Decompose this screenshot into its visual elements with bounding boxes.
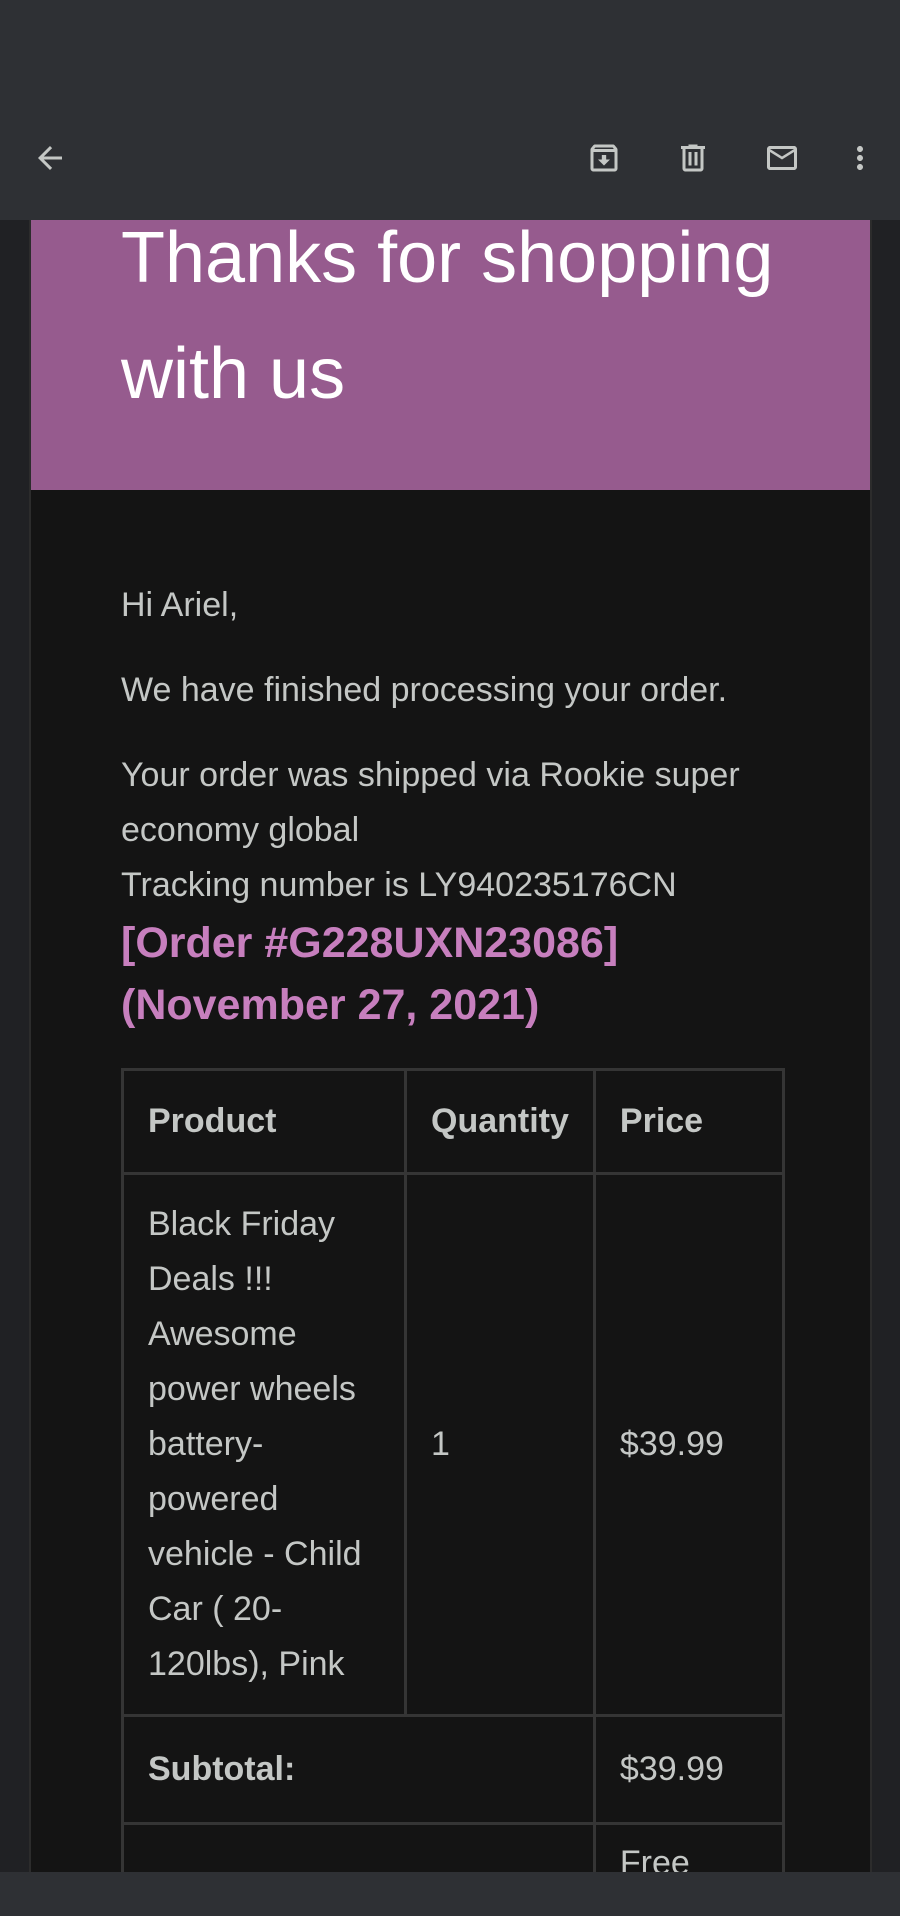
- more-options-button[interactable]: [836, 134, 884, 182]
- arrow-back-icon: [38, 146, 62, 170]
- subtotal-value: $39.99: [592, 1714, 786, 1825]
- processing-message: We have finished processing your order.: [121, 671, 728, 709]
- header-price: Price: [592, 1068, 786, 1175]
- mark-unread-button[interactable]: [758, 134, 806, 182]
- email-content[interactable]: Thanks for shopping with us Hi Ariel, We…: [0, 220, 900, 1872]
- mail-icon: [767, 146, 797, 170]
- delete-icon: [681, 144, 705, 172]
- shipping-message: Your order was shipped via Rookie super …: [121, 756, 740, 849]
- navigation-bar: [0, 1872, 900, 1916]
- product-price: $39.99: [592, 1172, 786, 1717]
- email-body: Thanks for shopping with us Hi Ariel, We…: [29, 220, 872, 1872]
- header-quantity: Quantity: [404, 1068, 596, 1175]
- tracking-number: Tracking number is LY940235176CN: [121, 866, 677, 904]
- shipping-value: Free: [592, 1822, 786, 1872]
- shipping-label: [121, 1822, 596, 1872]
- hero-title: Thanks for shopping with us: [121, 220, 774, 414]
- hero-banner: Thanks for shopping with us: [31, 220, 870, 490]
- table-row: Black Friday Deals !!! Awesome power whe…: [121, 1172, 786, 1717]
- shipping-row: Free: [121, 1822, 786, 1872]
- subtotal-label: Subtotal:: [121, 1714, 596, 1825]
- back-button[interactable]: [26, 134, 74, 182]
- top-app-bar: [0, 98, 900, 220]
- greeting: Hi Ariel,: [121, 586, 239, 624]
- header-product: Product: [121, 1068, 407, 1175]
- status-bar: [0, 0, 900, 98]
- delete-button[interactable]: [669, 134, 717, 182]
- more-vert-icon: [857, 146, 863, 170]
- product-quantity: 1: [404, 1172, 596, 1717]
- archive-icon: [590, 144, 618, 172]
- table-header-row: Product Quantity Price: [121, 1068, 786, 1175]
- order-table: Product Quantity Price Black Friday Deal…: [121, 1068, 786, 1872]
- subtotal-row: Subtotal: $39.99: [121, 1714, 786, 1825]
- order-heading[interactable]: [Order #G228UXN23086] (November 27, 2021…: [121, 912, 821, 1036]
- product-name: Black Friday Deals !!! Awesome power whe…: [121, 1172, 407, 1717]
- archive-button[interactable]: [580, 134, 628, 182]
